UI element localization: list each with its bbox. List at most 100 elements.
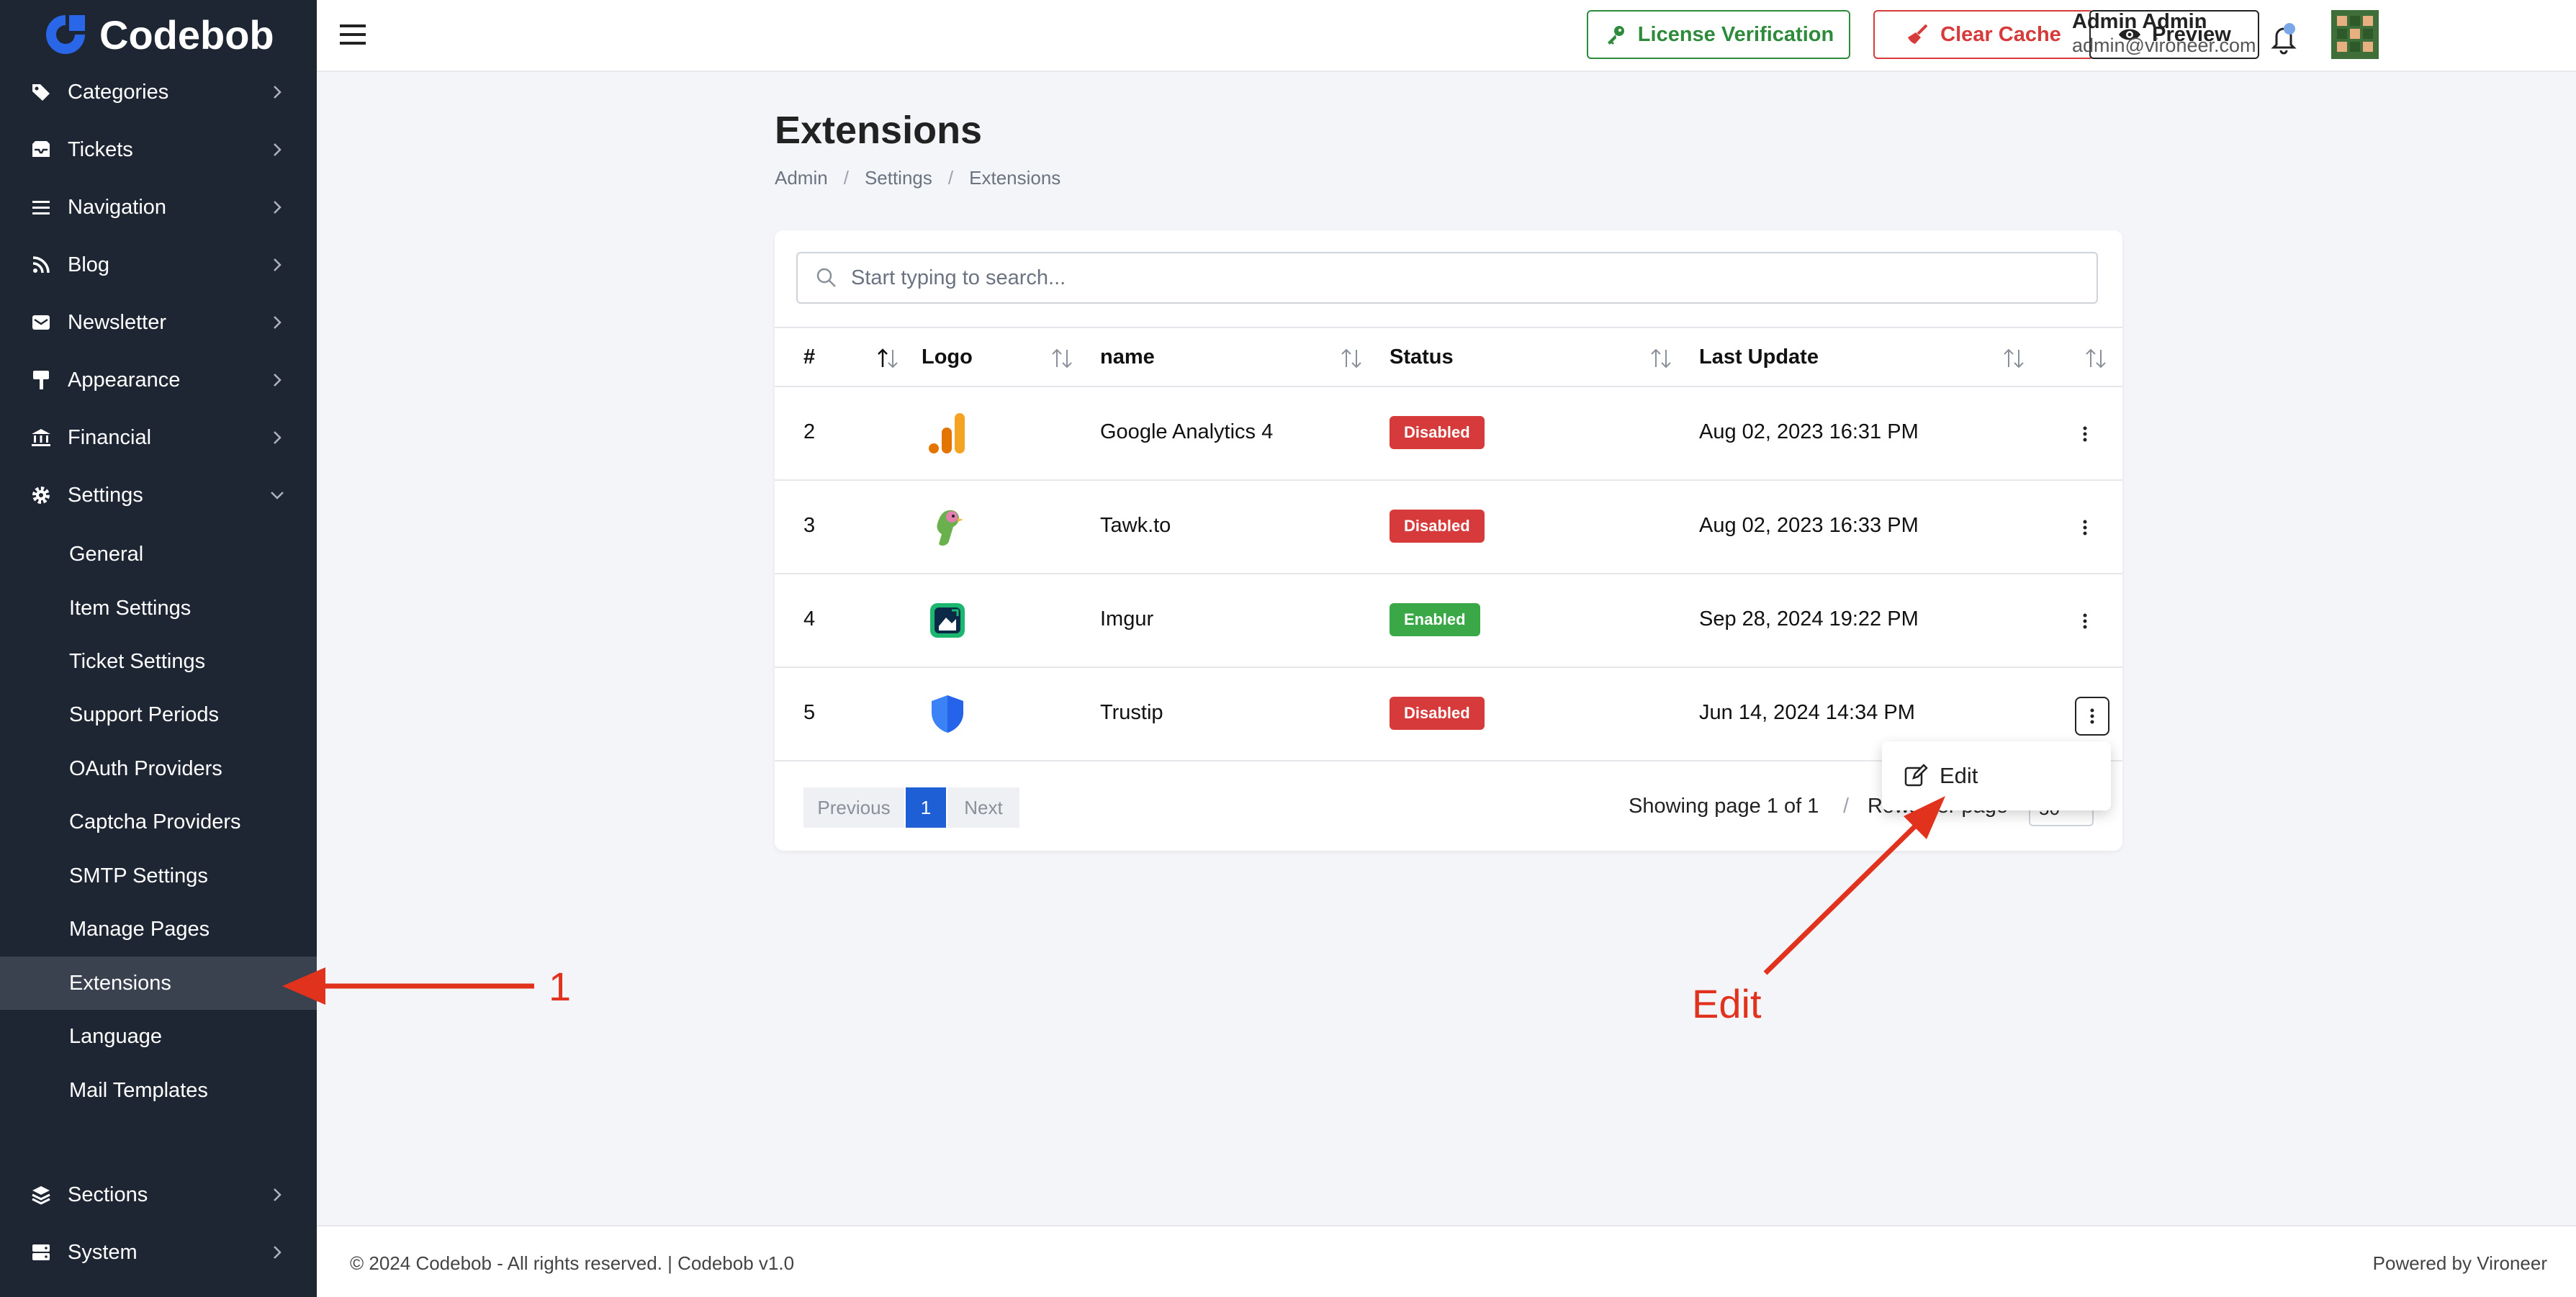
breadcrumb-item-settings[interactable]: Settings (865, 167, 932, 189)
sort-icon[interactable] (1339, 345, 1364, 371)
sidebar-subitem-general[interactable]: General (0, 528, 317, 581)
sort-asc-icon[interactable] (875, 345, 900, 371)
page-number-button[interactable]: 1 (906, 787, 946, 828)
breadcrumb-item-admin[interactable]: Admin (775, 167, 828, 189)
pagination: Previous 1 Next (803, 787, 1019, 828)
key-icon (1603, 22, 1628, 47)
pagination-separator: / (1843, 795, 1850, 818)
sidebar-item-blog[interactable]: Blog (0, 236, 317, 294)
sidebar-item-tickets[interactable]: Tickets (0, 121, 317, 178)
sidebar-item-sections[interactable]: Sections (0, 1166, 317, 1224)
table-header: # Logo name Status Last Update (775, 327, 2122, 387)
license-verification-button[interactable]: License Verification (1587, 10, 1850, 59)
brand-logo[interactable]: Codebob (0, 0, 317, 69)
breadcrumb-item-extensions: Extensions (969, 167, 1061, 189)
sidebar-item-categories[interactable]: Categories (0, 63, 317, 121)
sidebar-subitem-label: General (69, 542, 144, 566)
sidebar-item-label: Navigation (68, 195, 167, 219)
row-actions-button[interactable] (2071, 607, 2099, 636)
rss-icon (29, 253, 53, 277)
sidebar-item-newsletter[interactable]: Newsletter (0, 294, 317, 351)
sidebar-subitem-manage-pages[interactable]: Manage Pages (0, 903, 317, 956)
tags-icon (29, 80, 53, 104)
sidebar-subitem-oauth-providers[interactable]: OAuth Providers (0, 742, 317, 795)
bank-icon (29, 425, 53, 450)
column-header-status[interactable]: Status (1390, 345, 1454, 369)
sidebar-item-navigation[interactable]: Navigation (0, 178, 317, 236)
chevron-down-icon (266, 484, 288, 506)
sidebar-subitem-support-periods[interactable]: Support Periods (0, 688, 317, 741)
sidebar-subitem-ticket-settings[interactable]: Ticket Settings (0, 635, 317, 688)
row-name: Trustip (1100, 701, 1163, 724)
sidebar-subitem-extensions[interactable]: Extensions (0, 957, 317, 1010)
mail-bulk-icon (29, 310, 53, 335)
avatar[interactable] (2331, 10, 2379, 59)
status-badge: Disabled (1390, 697, 1485, 730)
sidebar-subitem-mail-templates[interactable]: Mail Templates (0, 1064, 317, 1117)
column-header-name[interactable]: name (1100, 345, 1155, 369)
table-row: 4 Imgur Enabled Sep 28, 2024 19:22 PM (775, 574, 2122, 668)
previous-page-button[interactable]: Previous (803, 787, 904, 828)
chevron-right-icon (266, 139, 288, 161)
sidebar-subitem-item-settings[interactable]: Item Settings (0, 582, 317, 635)
row-actions-button[interactable] (2071, 513, 2099, 542)
footer: © 2024 Codebob - All rights reserved. | … (317, 1225, 2576, 1297)
paint-roller-icon (29, 368, 53, 392)
row-id: 2 (803, 420, 816, 443)
user-name: Admin Admin (2072, 10, 2207, 33)
sidebar-subitem-label: Mail Templates (69, 1078, 208, 1102)
sidebar-item-system[interactable]: System (0, 1224, 317, 1281)
user-email: admin@vironeer.com (2072, 35, 2256, 56)
showing-page-text: Showing page 1 of 1 (1629, 795, 1819, 818)
sort-icon[interactable] (2084, 345, 2108, 371)
row-name: Tawk.to (1100, 514, 1171, 537)
codebob-logo-icon (46, 15, 85, 54)
sidebar-subitem-label: Ticket Settings (69, 649, 206, 673)
sidebar-item-appearance[interactable]: Appearance (0, 351, 317, 409)
row-last-update: Aug 02, 2023 16:33 PM (1699, 514, 1919, 537)
sidebar-subitem-label: OAuth Providers (69, 756, 222, 780)
sidebar-subitem-label: Manage Pages (69, 917, 210, 941)
sidebar-item-label: Sections (68, 1183, 148, 1206)
chevron-right-icon (266, 254, 288, 276)
next-page-button[interactable]: Next (947, 787, 1019, 828)
kebab-menu-icon (2083, 426, 2087, 442)
sidebar-item-label: Settings (68, 483, 143, 507)
sidebar-subitem-captcha-providers[interactable]: Captcha Providers (0, 795, 317, 849)
column-header-last-update[interactable]: Last Update (1699, 345, 1819, 369)
row-actions-button-active[interactable] (2075, 697, 2109, 736)
hamburger-menu-icon[interactable] (338, 20, 367, 49)
sidebar-item-label: Blog (68, 253, 110, 276)
sidebar-item-settings[interactable]: Settings (0, 466, 317, 524)
search-input[interactable] (851, 266, 2075, 290)
sort-icon[interactable] (1649, 345, 1673, 371)
topbar: License Verification Clear Cache Preview… (317, 0, 2576, 72)
search-icon (816, 268, 836, 287)
broom-icon (1906, 22, 1930, 47)
status-badge: Disabled (1390, 510, 1485, 543)
sidebar-subitem-language[interactable]: Language (0, 1010, 317, 1063)
footer-powered-by[interactable]: Powered by Vironeer (2373, 1252, 2547, 1275)
row-actions-button[interactable] (2071, 420, 2099, 448)
edit-icon (1904, 764, 1928, 787)
clear-cache-button[interactable]: Clear Cache (1873, 10, 2094, 59)
kebab-menu-icon (2090, 708, 2094, 724)
column-header-id[interactable]: # (803, 345, 815, 369)
chevron-right-icon (266, 369, 288, 391)
annotation-label-1: 1 (549, 964, 572, 1009)
breadcrumb: Admin / Settings / Extensions (775, 167, 1060, 189)
bars-icon (29, 195, 53, 220)
google-analytics-logo (929, 413, 965, 453)
page-title: Extensions (775, 109, 983, 152)
edit-menu-item[interactable]: Edit (1940, 763, 1978, 789)
bell-icon[interactable] (2261, 16, 2304, 59)
tawkto-logo (937, 510, 963, 546)
column-header-logo[interactable]: Logo (922, 345, 973, 369)
search-box (796, 252, 2098, 304)
status-badge: Disabled (1390, 416, 1485, 449)
row-name: Google Analytics 4 (1100, 420, 1274, 443)
sidebar-subitem-smtp-settings[interactable]: SMTP Settings (0, 849, 317, 903)
sort-icon[interactable] (2001, 345, 2026, 371)
sort-icon[interactable] (1050, 345, 1074, 371)
sidebar-item-financial[interactable]: Financial (0, 409, 317, 466)
